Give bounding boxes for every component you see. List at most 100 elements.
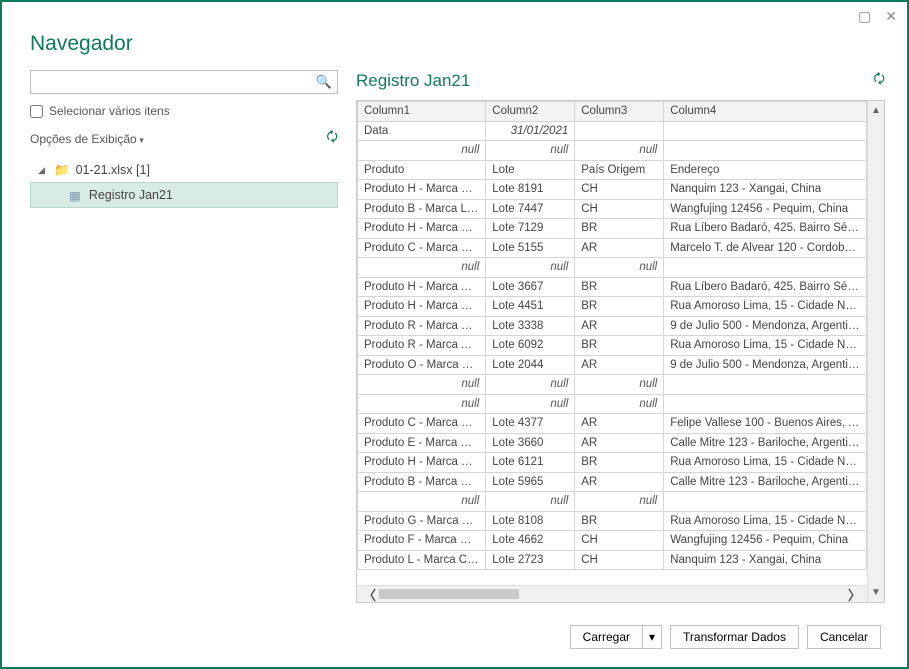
cell: Wangfujing 12456 - Pequim, China [664, 531, 867, 551]
cell: Lote 4451 [486, 297, 575, 317]
table-row[interactable]: Produto L - Marca CapaLote 2723CHNanquim… [358, 550, 867, 570]
scroll-right-icon[interactable]: 〉 [848, 585, 861, 604]
table-row[interactable]: nullnullnull [358, 492, 867, 512]
cell-null: null [358, 141, 486, 161]
cell: Lote 7129 [486, 219, 575, 239]
table-row[interactable]: Produto H - Marca DeltaLote 8191CHNanqui… [358, 180, 867, 200]
cell: Produto L - Marca Capa [358, 550, 486, 570]
table-row[interactable]: Produto C - Marca DeltaLote 4377ARFelipe… [358, 414, 867, 434]
cell: Nanquim 123 - Xangai, China [664, 180, 867, 200]
cell-null: null [358, 258, 486, 278]
column-header[interactable]: Column2 [486, 102, 575, 122]
table-row[interactable]: Produto E - Marca DeltaLote 3660ARCalle … [358, 433, 867, 453]
cell: Produto H - Marca Delta [358, 180, 486, 200]
close-icon[interactable]: ✕ [885, 8, 897, 25]
cell: Calle Mitre 123 - Bariloche, Argentina [664, 433, 867, 453]
horizontal-scrollbar[interactable]: 〈 〉 [357, 585, 867, 602]
scroll-down-icon[interactable]: ▼ [871, 587, 881, 598]
maximize-icon[interactable]: ▢ [858, 8, 871, 25]
cell: AR [575, 238, 664, 258]
cell: BR [575, 277, 664, 297]
cell-null: null [575, 258, 664, 278]
cell: Produto C - Marca Delta [358, 238, 486, 258]
cell: Produto O - Marca Delta [358, 355, 486, 375]
column-header[interactable]: Column1 [358, 102, 486, 122]
preview-title: Registro Jan21 [356, 71, 470, 91]
cell: Rua Líbero Badaró, 425. Bairro Sé - São … [664, 277, 867, 297]
cell: CH [575, 531, 664, 551]
cell: Lote 6092 [486, 336, 575, 356]
search-icon[interactable]: 🔍 [316, 74, 332, 90]
scroll-thumb[interactable] [379, 589, 519, 599]
dialog-title: Navegador [30, 32, 133, 56]
cell: Marcelo T. de Alvear 120 - Cordoba, Arge… [664, 238, 867, 258]
tree-child-node[interactable]: ▦ Registro Jan21 [30, 182, 338, 208]
caret-down-icon: ◢ [38, 165, 48, 176]
table-row[interactable]: Produto H - Marca CapaLote 4451BRRua Amo… [358, 297, 867, 317]
column-header[interactable]: Column4 [664, 102, 867, 122]
display-options-dropdown[interactable]: Opções de Exibição [30, 132, 144, 146]
transform-data-button[interactable]: Transformar Dados [670, 625, 799, 649]
load-button[interactable]: Carregar [570, 625, 642, 649]
cell: Produto R - Marca Gama [358, 316, 486, 336]
cell: Produto H - Marca Gama [358, 219, 486, 239]
cell: BR [575, 511, 664, 531]
table-row[interactable]: Produto F - Marca GamaLote 4662CHWangfuj… [358, 531, 867, 551]
cell: Produto R - Marca Alfa [358, 336, 486, 356]
table-row[interactable]: Produto H - Marca GamaLote 7129BRRua Líb… [358, 219, 867, 239]
cell: Produto B - Marca Lambda [358, 199, 486, 219]
cell: Lote 6121 [486, 453, 575, 473]
table-row[interactable]: nullnullnull [358, 141, 867, 161]
select-multiple-checkbox[interactable]: Selecionar vários itens [30, 104, 338, 118]
cell: Calle Mitre 123 - Bariloche, Argentina [664, 472, 867, 492]
preview-refresh-icon[interactable]: 🗘 [873, 70, 885, 92]
cell: Endereço [664, 160, 867, 180]
preview-table: Column1 Column2 Column3 Column4 Data31/0… [357, 101, 867, 570]
cell: Lote 8108 [486, 511, 575, 531]
vertical-scrollbar[interactable]: ▲ ▼ [867, 101, 884, 602]
table-row[interactable]: Produto O - Marca DeltaLote 2044AR9 de J… [358, 355, 867, 375]
table-row[interactable]: nullnullnull [358, 394, 867, 414]
cell-null [664, 492, 867, 512]
navigator-pane: 🔍 Selecionar vários itens Opções de Exib… [30, 70, 338, 603]
cell: Lote 2044 [486, 355, 575, 375]
table-row[interactable]: ProdutoLotePaís OrigemEndereço [358, 160, 867, 180]
tree-child-label: Registro Jan21 [89, 188, 173, 202]
select-multiple-input[interactable] [30, 105, 43, 118]
table-row[interactable]: nullnullnull [358, 258, 867, 278]
table-row[interactable]: Produto B - Marca LambdaLote 7447CHWangf… [358, 199, 867, 219]
table-header-row: Column1 Column2 Column3 Column4 [358, 102, 867, 122]
load-dropdown-button[interactable]: ▾ [642, 625, 662, 649]
scroll-up-icon[interactable]: ▲ [871, 105, 881, 116]
table-row[interactable]: Produto G - Marca DeltaLote 8108BRRua Am… [358, 511, 867, 531]
cell: 9 de Julio 500 - Mendonza, Argentina [664, 355, 867, 375]
cancel-button[interactable]: Cancelar [807, 625, 881, 649]
cell-null: null [575, 492, 664, 512]
table-row[interactable]: Produto R - Marca AlfaLote 6092BRRua Amo… [358, 336, 867, 356]
cell: Felipe Vallese 100 - Buenos Aires, Argen… [664, 414, 867, 434]
cell: BR [575, 219, 664, 239]
tree-root-node[interactable]: ◢ 📁 01-21.xlsx [1] [30, 158, 338, 182]
table-row[interactable]: Produto H - Marca BetaLote 6121BRRua Amo… [358, 453, 867, 473]
refresh-icon[interactable]: 🗘 [326, 128, 338, 150]
cell: AR [575, 433, 664, 453]
table-row[interactable]: Produto R - Marca GamaLote 3338AR9 de Ju… [358, 316, 867, 336]
column-header[interactable]: Column3 [575, 102, 664, 122]
cell: 31/01/2021 [486, 121, 575, 141]
cell: BR [575, 453, 664, 473]
table-row[interactable]: Produto C - Marca DeltaLote 5155ARMarcel… [358, 238, 867, 258]
search-input[interactable] [30, 70, 338, 94]
cell: País Origem [575, 160, 664, 180]
table-row[interactable]: Produto H - Marca AlfaLote 3667BRRua Líb… [358, 277, 867, 297]
cell-null: null [358, 394, 486, 414]
table-row[interactable]: Produto B - Marca DeltaLote 5965ARCalle … [358, 472, 867, 492]
folder-icon: 📁 [54, 163, 70, 178]
scroll-left-icon[interactable]: 〈 [363, 585, 376, 604]
cell: BR [575, 297, 664, 317]
cell-null: null [358, 375, 486, 395]
table-row[interactable]: nullnullnull [358, 375, 867, 395]
cell: Produto H - Marca Alfa [358, 277, 486, 297]
cell: AR [575, 316, 664, 336]
cell-null [664, 375, 867, 395]
table-row[interactable]: Data31/01/2021 [358, 121, 867, 141]
